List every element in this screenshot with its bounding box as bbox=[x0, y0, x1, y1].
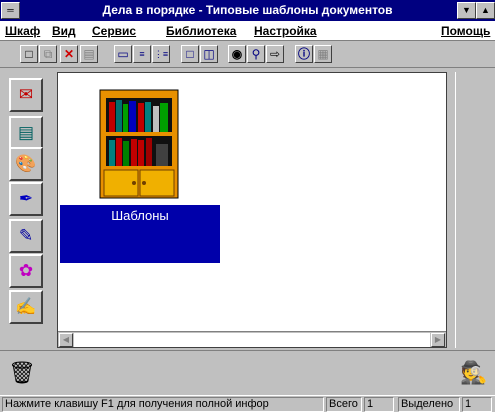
menu-servis[interactable]: Сервис bbox=[92, 24, 136, 38]
delete-icon[interactable]: ✕ bbox=[60, 45, 78, 63]
title-bar: ═ Дела в порядке - Типовые шаблоны докум… bbox=[0, 0, 495, 21]
bookcase-icon[interactable] bbox=[98, 86, 180, 201]
status-selected-value: 1 bbox=[462, 397, 492, 412]
folder-templates[interactable]: Шаблоны bbox=[60, 205, 220, 263]
menu-biblioteka[interactable]: Библиотека bbox=[166, 24, 236, 38]
status-total-value: 1 bbox=[364, 397, 394, 412]
small-icons-view-icon[interactable]: ≡ bbox=[133, 45, 151, 63]
menu-help[interactable]: Помощь bbox=[441, 24, 490, 38]
copy-icon[interactable]: ⧉ bbox=[39, 45, 57, 63]
status-total-label: Всего bbox=[326, 397, 362, 412]
status-bar: Нажмите клавишу F1 для получения полной … bbox=[0, 395, 495, 412]
scroll-right-button[interactable]: ▶ bbox=[431, 333, 445, 347]
status-hint: Нажмите клавишу F1 для получения полной … bbox=[2, 397, 324, 412]
split-view-icon[interactable]: ◫ bbox=[200, 45, 218, 63]
image-edit-icon[interactable]: ✎ bbox=[9, 219, 43, 253]
info-icon[interactable]: ⓘ bbox=[295, 45, 313, 63]
properties-icon[interactable]: ▭ bbox=[114, 45, 132, 63]
system-menu-button[interactable]: ═ bbox=[1, 2, 20, 19]
right-panel bbox=[455, 72, 495, 348]
window-title: Дела в порядке - Типовые шаблоны докумен… bbox=[102, 3, 393, 17]
scroll-left-button[interactable]: ◀ bbox=[59, 333, 73, 347]
large-icons-view-icon[interactable]: □ bbox=[181, 45, 199, 63]
binoculars-icon[interactable]: ◉ bbox=[228, 45, 246, 63]
notebook-icon[interactable]: ▤ bbox=[9, 116, 43, 150]
scroll-track[interactable] bbox=[74, 333, 430, 347]
trash-icon[interactable]: 🗑 bbox=[6, 356, 38, 390]
main-panel: Шаблоны ◀ ▶ bbox=[57, 72, 447, 348]
maximize-button[interactable]: ▲ bbox=[476, 2, 495, 19]
status-selected-label: Выделено bbox=[398, 397, 460, 412]
certificate-icon[interactable]: ✿ bbox=[9, 254, 43, 288]
palette-icon[interactable]: 🎨 bbox=[9, 147, 43, 181]
detective-icon[interactable]: 🕵 bbox=[458, 355, 490, 391]
toolbar: □ ⧉ ✕ ▤ ▭ ≡ ⋮≡ □ ◫ ◉ ⚲ ⇨ ⓘ ▦ bbox=[0, 42, 495, 68]
folder-label-text: Шаблоны bbox=[111, 208, 169, 223]
menu-nastroika[interactable]: Настройка bbox=[254, 24, 317, 38]
minimize-button[interactable]: ▼ bbox=[457, 2, 476, 19]
menu-vid[interactable]: Вид bbox=[52, 24, 76, 38]
menu-bar: Шкаф Вид Сервис Библиотека Настройка Пом… bbox=[0, 21, 495, 41]
print-icon[interactable]: ▤ bbox=[80, 45, 98, 63]
menu-shkaf[interactable]: Шкаф bbox=[5, 24, 40, 38]
bottom-bar: 🗑 🕵 bbox=[0, 350, 495, 394]
export-icon[interactable]: ⇨ bbox=[266, 45, 284, 63]
pen-icon[interactable]: ✒ bbox=[9, 182, 43, 216]
mail-icon[interactable]: ✉ bbox=[9, 78, 43, 112]
grid-icon[interactable]: ▦ bbox=[314, 45, 332, 63]
search-icon[interactable]: ⚲ bbox=[247, 45, 265, 63]
list-view-icon[interactable]: ⋮≡ bbox=[152, 45, 170, 63]
notes-icon[interactable]: ✍ bbox=[9, 290, 43, 324]
new-document-icon[interactable]: □ bbox=[20, 45, 38, 63]
horizontal-scrollbar[interactable]: ◀ ▶ bbox=[58, 331, 446, 347]
